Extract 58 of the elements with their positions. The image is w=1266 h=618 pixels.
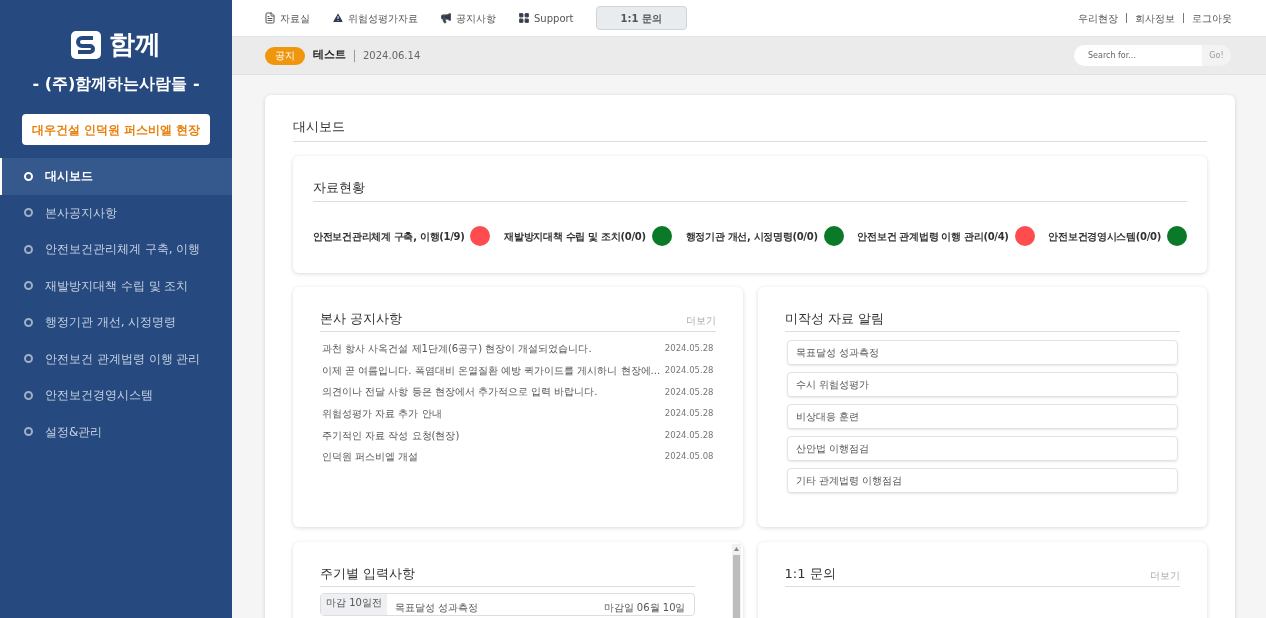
nav-link[interactable]: 자료실 [264, 10, 310, 26]
periodic-deadline: 마감일 06월 10일 [603, 601, 686, 615]
missing-item[interactable]: 수시 위험성평가 [786, 372, 1178, 397]
sidebar-item[interactable]: 대시보드 [0, 158, 232, 195]
notice-link[interactable]: 인덕원 퍼스비엘 개설 [322, 449, 419, 465]
missing-item[interactable]: 목표달성 성과측정 [786, 340, 1178, 365]
notice-date: 2024.06.14 [363, 49, 421, 63]
status-label: 재발방지대책 수립 및 조치(0/0) [504, 229, 646, 244]
card-title: 주기별 입력사항 [320, 563, 695, 587]
notice-date: 2024.05.28 [664, 342, 714, 356]
header-link[interactable]: 로그아웃 [1192, 10, 1232, 26]
logo-icon [71, 30, 101, 59]
notice-title[interactable]: 테스트 [313, 47, 346, 64]
notice-date: 2024.05.28 [664, 385, 714, 399]
company-name: - (주)함께하는사람들 - [31, 73, 201, 95]
notice-date: 2024.05.28 [664, 428, 714, 442]
sidebar-item[interactable]: 안전보건경영시스템 [0, 377, 232, 414]
missing-item[interactable]: 비상대응 훈련 [786, 404, 1178, 429]
deadline-badge: 마감 10일전 [321, 594, 387, 615]
sidebar-item[interactable]: 안전보건관리체계 구축, 이행 [0, 231, 232, 268]
notice-date: 2024.05.28 [664, 364, 714, 377]
notice-date: 2024.05.28 [664, 407, 714, 420]
status-label: 안전보건경영시스템(0/0) [1048, 229, 1161, 244]
card-title: 1:1 문의 [784, 564, 836, 583]
card-title: 본사 공지사항 [320, 309, 403, 328]
search-field[interactable]: Search for... [1074, 45, 1202, 66]
sidebar-item[interactable]: 행정기관 개선, 시정명령 [0, 304, 232, 341]
sidebar-item[interactable]: 설정&관리 [0, 413, 232, 450]
header-link[interactable]: 회사정보 [1135, 10, 1175, 26]
notice-badge: 공지 [265, 46, 305, 65]
missing-item[interactable]: 산안법 이행점검 [786, 436, 1178, 461]
status-label: 안전보건 관계법령 이행 관리(0/4) [857, 229, 1009, 244]
logo-text: 함께 [109, 28, 161, 61]
nav-link[interactable]: 위험성평가자료 [332, 10, 418, 26]
grid-icon [518, 12, 530, 24]
periodic-name: 목표달성 성과측정 [395, 601, 479, 615]
header-link[interactable]: 우리현장 [1078, 10, 1118, 26]
notice-link[interactable]: 위험성평가 자료 추가 안내 [322, 406, 442, 422]
dashboard-title: 대시보드 [293, 117, 1207, 142]
sidebar-item[interactable]: 재발방지대책 수립 및 조치 [0, 267, 232, 304]
notice-link[interactable]: 주기적인 자료 작성 요청(현장) [322, 427, 460, 443]
notice-link[interactable]: 의견이나 전달 사항 등은 현장에서 추가적으로 입력 바랍니다. [322, 384, 598, 400]
notice-date: 2024.05.08 [664, 450, 714, 464]
nav-link[interactable]: 공지사항 [440, 10, 496, 26]
status-label: 행정기관 개선, 시정명령(0/0) [685, 229, 818, 244]
panel-title: 자료현황 [313, 177, 1187, 202]
warning-icon [332, 12, 344, 24]
nav-link[interactable]: Support [518, 10, 574, 26]
document-icon [264, 12, 276, 24]
nav-link[interactable]: 1:1 문의 [595, 6, 687, 30]
sidebar-item[interactable]: 안전보건 관계법령 이행 관리 [0, 340, 232, 377]
megaphone-icon [440, 12, 452, 24]
sidebar-item[interactable]: 본사공지사항 [0, 194, 232, 231]
missing-item[interactable]: 기타 관계법령 이행점검 [786, 468, 1178, 493]
notice-link[interactable]: 이제 곧 여름입니다. 폭염대비 온열질환 예방 퀵가이드를 게시하니 현장에... [322, 362, 661, 378]
notice-link[interactable]: 과천 항사 사옥건설 제1단계(6공구) 현장이 개설되었습니다. [322, 341, 592, 357]
status-label: 안전보건관리체계 구축, 이행(1/9) [313, 229, 465, 244]
card-title: 미작성 자료 알림 [784, 308, 1180, 332]
